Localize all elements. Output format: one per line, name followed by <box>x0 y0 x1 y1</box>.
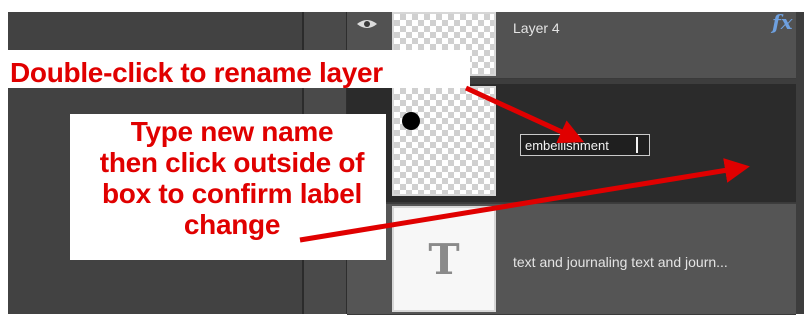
annotation-arrows <box>299 85 750 243</box>
arrow-to-outside <box>299 158 750 243</box>
arrow-to-input <box>464 85 585 144</box>
